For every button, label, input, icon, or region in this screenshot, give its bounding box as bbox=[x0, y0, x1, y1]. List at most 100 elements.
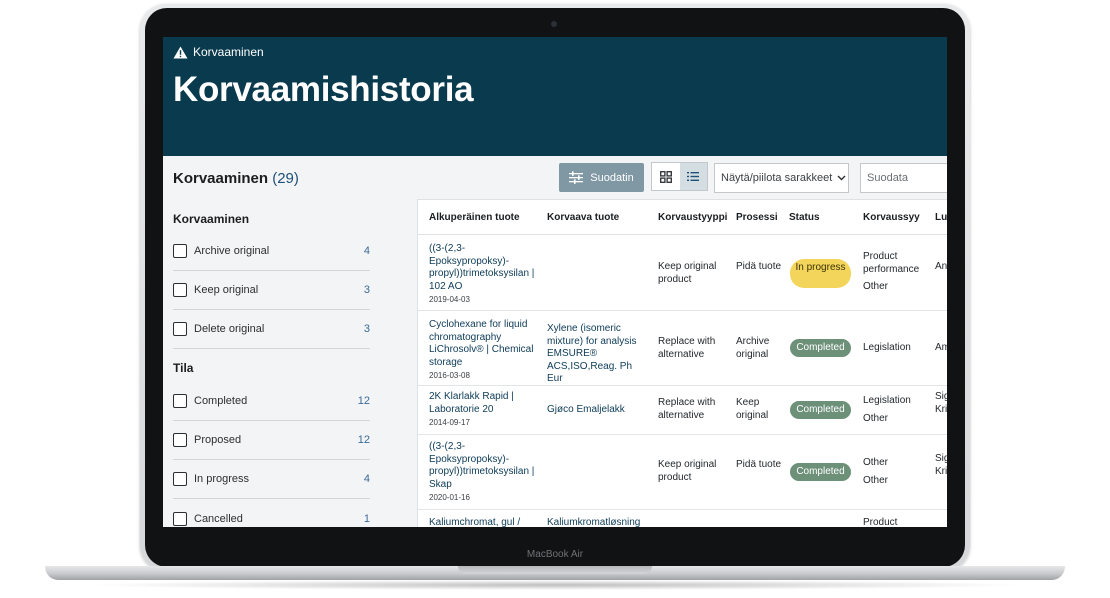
filter-option-count: 12 bbox=[357, 395, 370, 407]
process-cell: Keep original bbox=[736, 397, 769, 421]
process-cell: Pidä tuote bbox=[736, 459, 782, 470]
truncated-cell: Am bbox=[935, 342, 947, 353]
device-brand-label: MacBook Air bbox=[526, 549, 584, 560]
sliders-icon bbox=[569, 171, 584, 184]
filter-option[interactable]: Delete original 3 bbox=[173, 310, 370, 349]
replacement-product-link[interactable]: Xylene (isomeric mixture) for analysis E… bbox=[547, 323, 650, 386]
filter-option-count: 12 bbox=[357, 434, 370, 446]
results-count: (29) bbox=[272, 170, 299, 187]
checkbox[interactable] bbox=[173, 322, 187, 336]
filter-option-count: 4 bbox=[363, 245, 370, 257]
grid-view-button[interactable] bbox=[652, 163, 680, 190]
breadcrumb-label: Korvaaminen bbox=[193, 45, 264, 59]
checkbox[interactable] bbox=[173, 511, 187, 526]
chevron-down-icon bbox=[837, 175, 846, 181]
page-title: Korvaamishistoria bbox=[173, 70, 474, 109]
filter-option[interactable]: Archive original 4 bbox=[173, 232, 370, 271]
replacement-type: Replace with alternative bbox=[658, 336, 716, 360]
filter-sidebar: Korvaaminen Archive original 4 Keep orig… bbox=[173, 207, 370, 527]
filter-option-count: 1 bbox=[363, 512, 370, 525]
filter-option-label: In progress bbox=[194, 473, 250, 485]
results-heading: Korvaaminen (29) bbox=[173, 170, 299, 187]
process-cell: Archive original bbox=[736, 336, 770, 360]
column-header[interactable]: Korvaava tuote bbox=[547, 212, 619, 223]
search-input[interactable]: Suodata bbox=[860, 163, 947, 193]
checkbox[interactable] bbox=[173, 283, 187, 297]
warning-icon bbox=[173, 46, 188, 58]
filter-option-count: 3 bbox=[363, 284, 370, 296]
page-header: Korvaaminen Korvaamishistoria bbox=[163, 37, 947, 156]
filter-option-count: 3 bbox=[363, 323, 370, 335]
filter-button[interactable]: Suodatin bbox=[559, 163, 644, 192]
table-row[interactable]: ((3-(2,3-Epoksypropoksy)-propyl))trimeto… bbox=[418, 235, 947, 311]
reason-cell: Legislation bbox=[863, 395, 911, 406]
row-date: 2019-04-03 bbox=[429, 295, 470, 304]
checkbox[interactable] bbox=[173, 472, 187, 486]
column-visibility-dropdown[interactable]: Näytä/piilota sarakkeet bbox=[714, 163, 849, 193]
filter-option-count: 4 bbox=[363, 473, 370, 485]
column-header[interactable]: Alkuperäinen tuote bbox=[429, 212, 520, 223]
table-row[interactable]: 2K Klarlakk Rapid | Laboratorie 20 2014-… bbox=[418, 386, 947, 435]
grid-icon bbox=[659, 170, 672, 183]
filter-option[interactable]: Completed 12 bbox=[173, 382, 370, 421]
laptop-shadow bbox=[80, 580, 1030, 590]
replacement-type: Keep original product bbox=[658, 261, 717, 285]
filter-option[interactable]: Keep original 3 bbox=[173, 271, 370, 310]
replacement-type: Keep original product bbox=[658, 459, 717, 483]
column-header[interactable]: Status bbox=[789, 212, 820, 223]
table-row[interactable]: Kaliumchromat, gul / Kaliumkromatløsning… bbox=[418, 510, 947, 527]
filter-group-title: Korvaaminen bbox=[173, 212, 250, 226]
reason-cell: Other bbox=[863, 457, 889, 468]
truncated-cell: Sig Os Kri bbox=[935, 453, 947, 477]
filter-group-title: Tila bbox=[173, 361, 194, 375]
column-visibility-label: Näytä/piilota sarakkeet bbox=[721, 172, 833, 184]
status-badge: Completed bbox=[790, 401, 851, 419]
truncated-cell: Sig Os Kri bbox=[935, 391, 947, 415]
column-header[interactable]: Korvaussyy bbox=[863, 212, 920, 223]
replacement-product-link[interactable]: Kaliumkromatløsning bbox=[547, 517, 650, 527]
row-date: 2020-01-16 bbox=[429, 493, 470, 502]
filter-option[interactable]: In progress 4 bbox=[173, 460, 370, 499]
checkbox[interactable] bbox=[173, 244, 187, 258]
original-product-link[interactable]: Kaliumchromat, gul / bbox=[429, 517, 541, 527]
substitution-table: Alkuperäinen tuote Korvaava tuote Korvau… bbox=[417, 199, 947, 527]
original-product-cell: ((3-(2,3-Epoksypropoksy)-propyl))trimeto… bbox=[429, 243, 541, 305]
row-date: 2014-09-17 bbox=[429, 418, 470, 427]
filter-option-label: Delete original bbox=[194, 323, 265, 335]
filter-button-label: Suodatin bbox=[590, 171, 634, 184]
checkbox[interactable] bbox=[173, 394, 187, 408]
status-badge: Completed bbox=[790, 463, 851, 481]
reason-cell: Other bbox=[863, 475, 889, 486]
original-product-cell: 2K Klarlakk Rapid | Laboratorie 20 2014-… bbox=[429, 391, 541, 428]
original-product-cell: ((3-(2,3-Epoksypropoksy)-propyl))trimeto… bbox=[429, 441, 541, 503]
reason-cell: Other bbox=[863, 281, 889, 292]
original-product-link[interactable]: ((3-(2,3-Epoksypropoksy)-propyl))trimeto… bbox=[429, 243, 541, 293]
status-badge: Completed bbox=[790, 339, 851, 357]
filter-option[interactable]: Proposed 12 bbox=[173, 421, 370, 460]
process-cell: Pidä tuote bbox=[736, 261, 782, 272]
table-row[interactable]: Cyclohexane for liquid chromatography Li… bbox=[418, 311, 947, 386]
column-header[interactable]: Prosessi bbox=[736, 212, 778, 223]
app-screen: Korvaaminen Korvaamishistoria Korvaamine… bbox=[163, 37, 947, 527]
list-view-button[interactable] bbox=[679, 163, 707, 190]
results-heading-label: Korvaaminen bbox=[173, 170, 269, 187]
filter-option-label: Keep original bbox=[194, 284, 259, 296]
column-header[interactable]: Korvaustyyppi bbox=[658, 212, 727, 223]
filter-option-label: Completed bbox=[194, 395, 248, 407]
breadcrumb[interactable]: Korvaaminen bbox=[173, 45, 264, 59]
reason-cell: Legislation bbox=[863, 342, 911, 353]
filter-option[interactable]: Cancelled 1 bbox=[173, 499, 370, 527]
row-date: 2016-03-08 bbox=[429, 371, 470, 380]
table-row[interactable]: ((3-(2,3-Epoksypropoksy)-propyl))trimeto… bbox=[418, 435, 947, 510]
original-product-link[interactable]: Cyclohexane for liquid chromatography Li… bbox=[429, 319, 541, 369]
truncated-cell: An Km bbox=[935, 261, 947, 272]
checkbox[interactable] bbox=[173, 433, 187, 447]
replacement-product-link[interactable]: Gjøco Emaljelakk bbox=[547, 404, 650, 417]
column-header[interactable]: Lu bbox=[935, 212, 947, 223]
original-product-link[interactable]: 2K Klarlakk Rapid | Laboratorie 20 bbox=[429, 391, 541, 416]
reason-cell: Other bbox=[863, 413, 889, 424]
filter-option-label: Archive original bbox=[194, 245, 270, 257]
reason-cell: Product bbox=[863, 517, 898, 527]
original-product-link[interactable]: ((3-(2,3-Epoksypropoksy)-propyl))trimeto… bbox=[429, 441, 541, 491]
status-badge: In progress bbox=[790, 259, 851, 288]
